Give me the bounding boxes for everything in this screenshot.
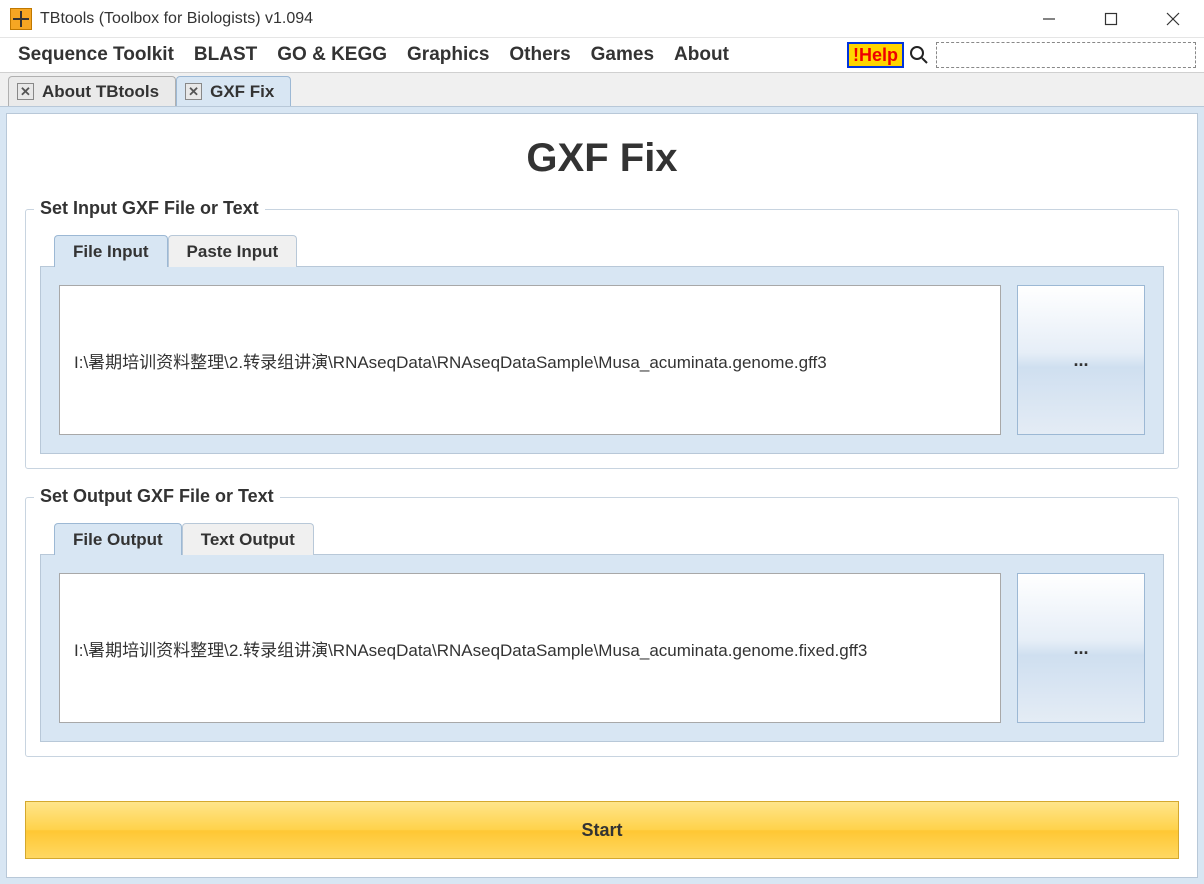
subtab-file-output[interactable]: File Output bbox=[54, 523, 182, 555]
content-inner: GXF Fix Set Input GXF File or Text File … bbox=[6, 113, 1198, 878]
menu-graphics[interactable]: Graphics bbox=[397, 40, 499, 70]
search-icon[interactable] bbox=[908, 44, 930, 66]
output-legend: Set Output GXF File or Text bbox=[34, 486, 280, 507]
start-button[interactable]: Start bbox=[25, 801, 1179, 859]
menu-sequence-toolkit[interactable]: Sequence Toolkit bbox=[8, 40, 184, 70]
tab-close-icon[interactable]: ✕ bbox=[185, 83, 202, 100]
app-icon bbox=[10, 8, 32, 30]
menu-about[interactable]: About bbox=[664, 40, 739, 70]
menu-others[interactable]: Others bbox=[499, 40, 580, 70]
output-fieldset: Set Output GXF File or Text File Output … bbox=[25, 497, 1179, 757]
input-browse-button[interactable]: ... bbox=[1017, 285, 1145, 435]
subtab-paste-input[interactable]: Paste Input bbox=[168, 235, 298, 267]
input-file-path[interactable]: I:\暑期培训资料整理\2.转录组讲演\RNAseqData\RNAseqDat… bbox=[59, 285, 1001, 435]
titlebar: TBtools (Toolbox for Biologists) v1.094 bbox=[0, 0, 1204, 38]
subtab-file-input[interactable]: File Input bbox=[54, 235, 168, 267]
input-panel: I:\暑期培训资料整理\2.转录组讲演\RNAseqData\RNAseqDat… bbox=[40, 266, 1164, 454]
menu-go-kegg[interactable]: GO & KEGG bbox=[267, 40, 397, 70]
output-browse-button[interactable]: ... bbox=[1017, 573, 1145, 723]
tab-gxf-fix[interactable]: ✕ GXF Fix bbox=[176, 76, 291, 106]
close-button[interactable] bbox=[1142, 0, 1204, 38]
menu-blast[interactable]: BLAST bbox=[184, 40, 267, 70]
tab-label: About TBtools bbox=[42, 82, 159, 102]
tab-about-tbtools[interactable]: ✕ About TBtools bbox=[8, 76, 176, 106]
tab-label: GXF Fix bbox=[210, 82, 274, 102]
help-button[interactable]: !Help bbox=[847, 42, 904, 68]
tab-close-icon[interactable]: ✕ bbox=[17, 83, 34, 100]
maximize-button[interactable] bbox=[1080, 0, 1142, 38]
subtab-text-output[interactable]: Text Output bbox=[182, 523, 314, 555]
output-file-path[interactable]: I:\暑期培训资料整理\2.转录组讲演\RNAseqData\RNAseqDat… bbox=[59, 573, 1001, 723]
input-legend: Set Input GXF File or Text bbox=[34, 198, 265, 219]
input-fieldset: Set Input GXF File or Text File Input Pa… bbox=[25, 209, 1179, 469]
menu-games[interactable]: Games bbox=[581, 40, 664, 70]
minimize-button[interactable] bbox=[1018, 0, 1080, 38]
window-title: TBtools (Toolbox for Biologists) v1.094 bbox=[40, 10, 1018, 28]
output-panel: I:\暑期培训资料整理\2.转录组讲演\RNAseqData\RNAseqDat… bbox=[40, 554, 1164, 742]
menubar: Sequence Toolkit BLAST GO & KEGG Graphic… bbox=[0, 38, 1204, 73]
search-input[interactable] bbox=[936, 42, 1196, 68]
tabstrip: ✕ About TBtools ✕ GXF Fix bbox=[0, 73, 1204, 107]
page-title: GXF Fix bbox=[25, 136, 1179, 181]
content-frame: GXF Fix Set Input GXF File or Text File … bbox=[0, 107, 1204, 884]
